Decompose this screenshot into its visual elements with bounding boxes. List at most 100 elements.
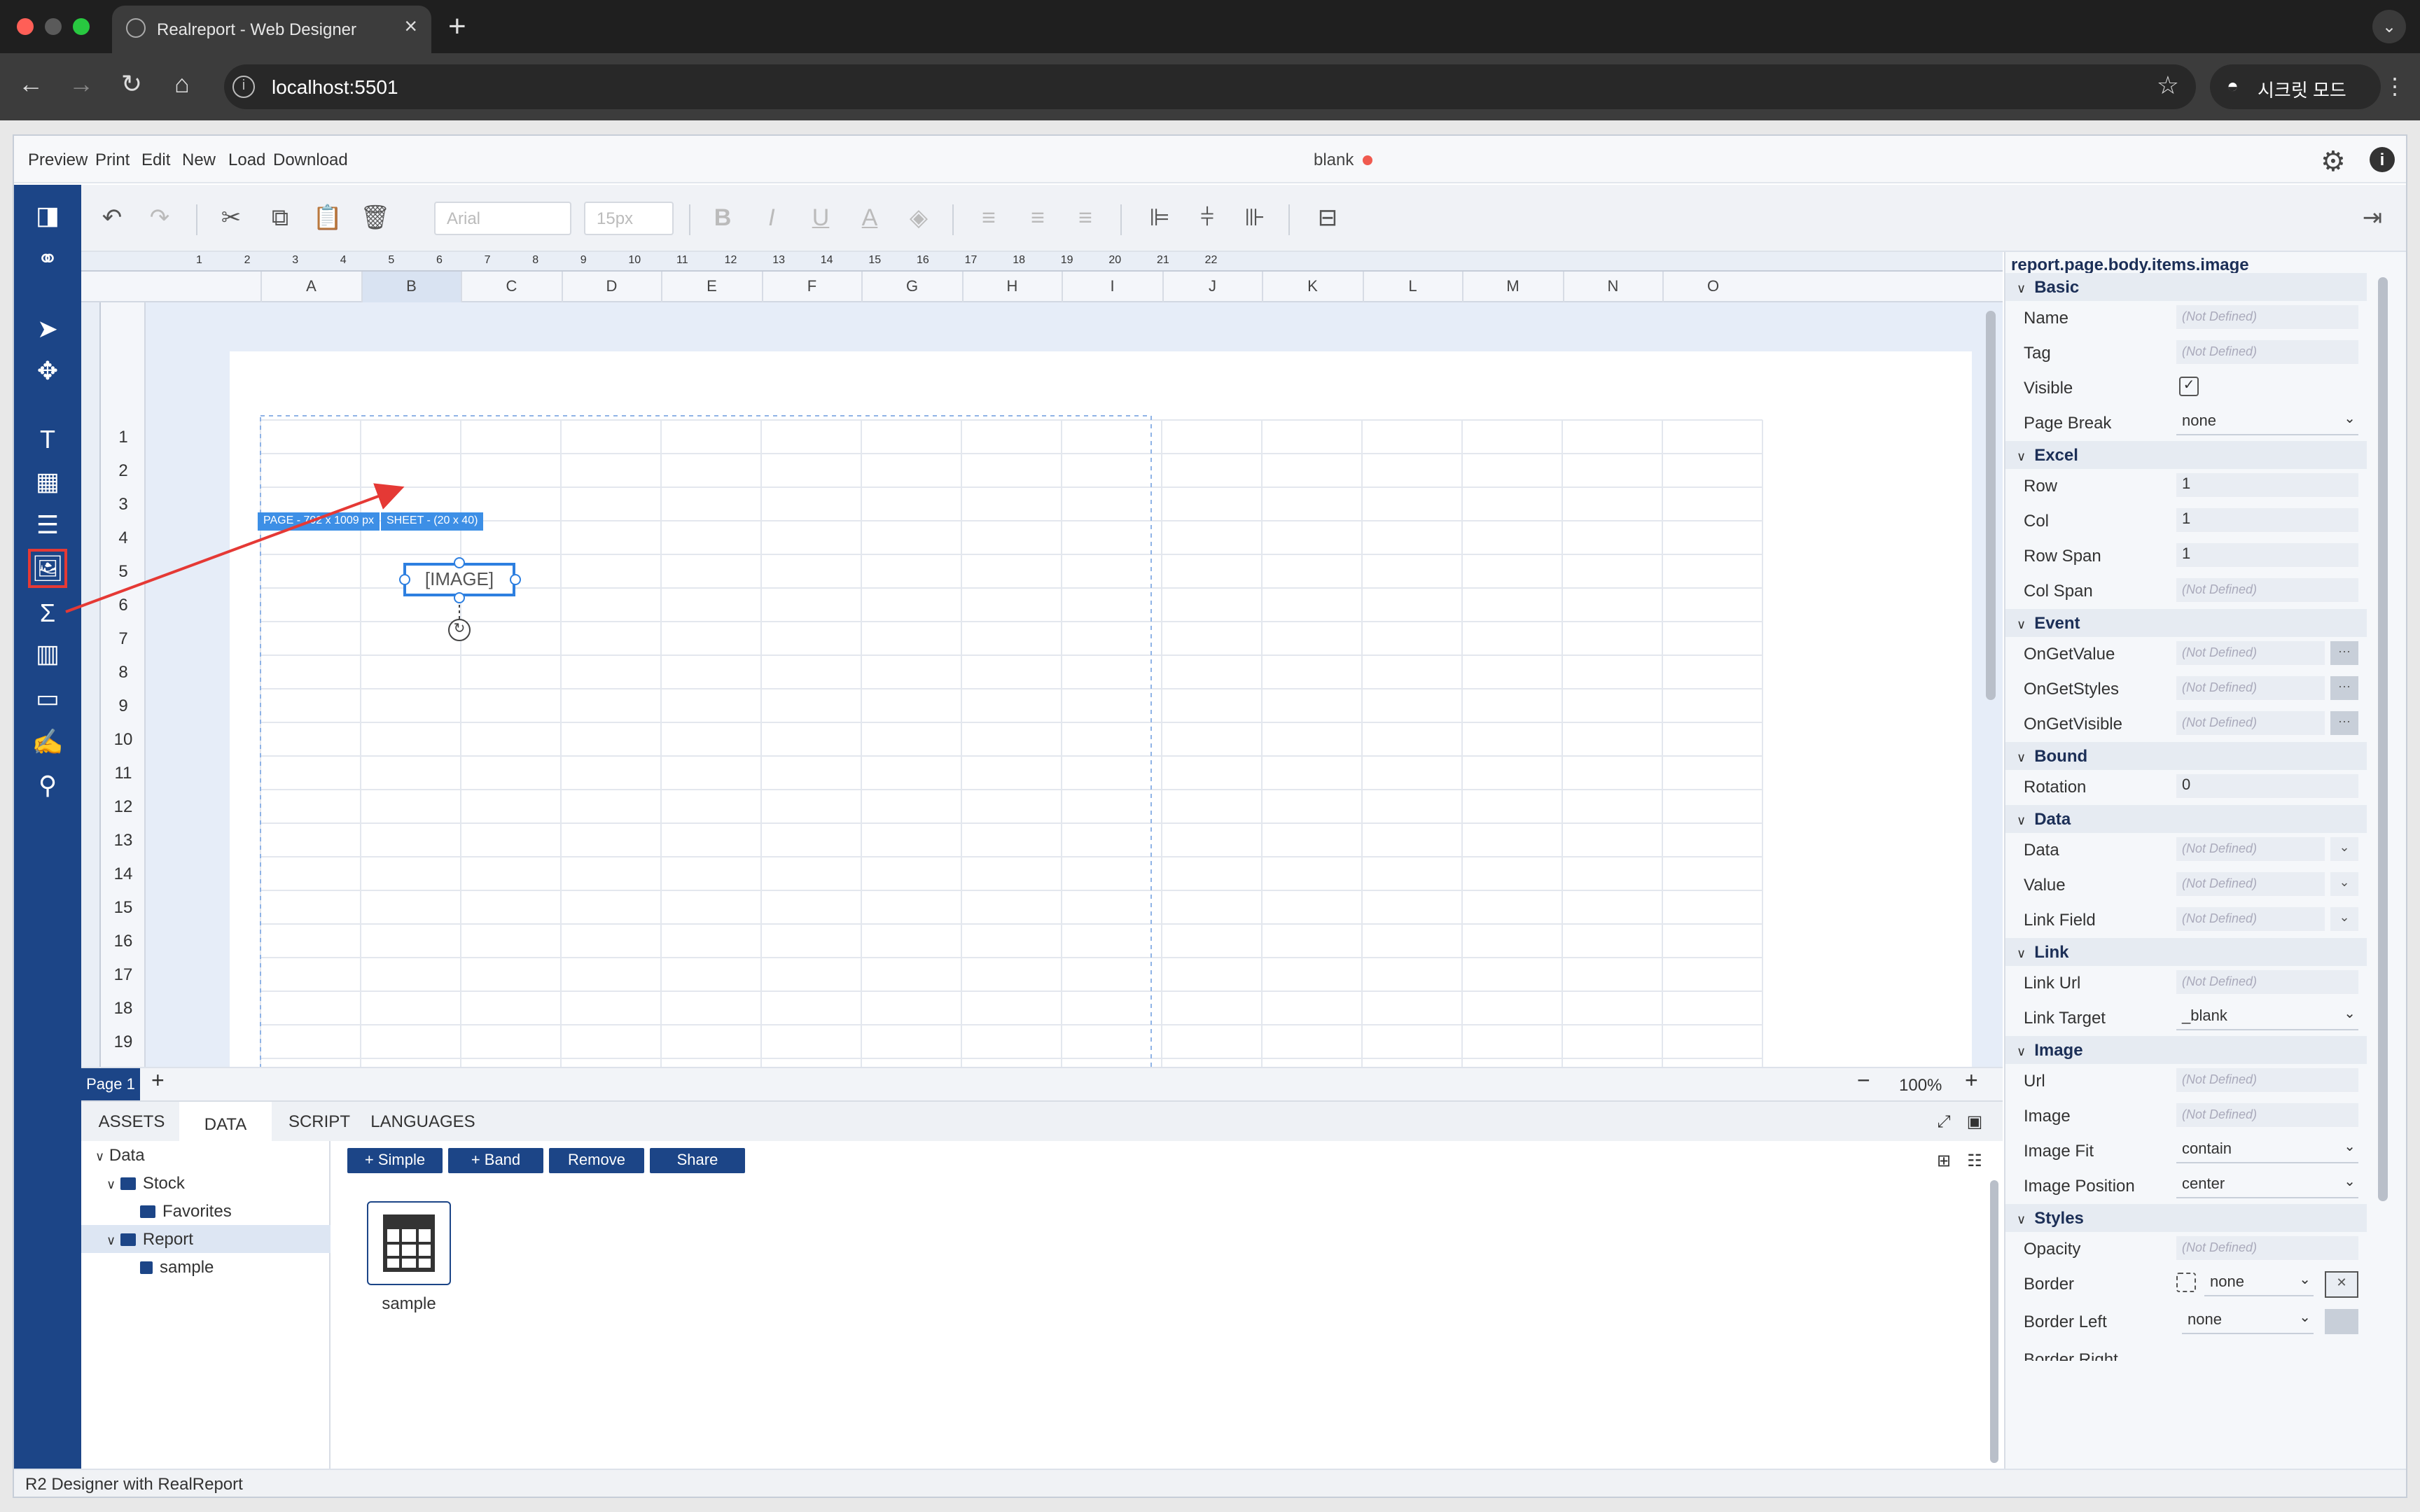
browser-menu-icon[interactable]: ⋮ bbox=[2384, 73, 2406, 101]
tag-input[interactable]: (Not Defined) bbox=[2176, 340, 2358, 364]
cut-icon[interactable]: ✂ bbox=[214, 204, 248, 232]
section-event[interactable]: ∨ Event bbox=[2005, 609, 2367, 637]
border-color-swatch[interactable]: ✕ bbox=[2325, 1271, 2358, 1298]
ellipsis-icon[interactable]: ··· bbox=[2330, 641, 2358, 665]
underline-icon[interactable]: U bbox=[804, 204, 837, 232]
tab-assets[interactable]: ASSETS bbox=[87, 1102, 176, 1141]
tab-search-chevron-icon[interactable]: ⌄ bbox=[2372, 10, 2406, 43]
share-button[interactable]: Share bbox=[650, 1148, 745, 1173]
tree-node-data[interactable]: ∨ Data bbox=[81, 1141, 331, 1169]
incognito-badge[interactable]: ◓ 시크릿 모드 bbox=[2210, 64, 2381, 109]
tree-node-sample[interactable]: sample bbox=[81, 1253, 331, 1281]
font-color-icon[interactable]: A bbox=[853, 204, 886, 232]
expand-icon[interactable]: ⤢ bbox=[1930, 1102, 1958, 1141]
on-get-visible-input[interactable]: (Not Defined) bbox=[2176, 711, 2325, 735]
tab-languages[interactable]: LANGUAGES bbox=[367, 1102, 479, 1141]
link-field-select[interactable]: (Not Defined) bbox=[2176, 907, 2325, 931]
align-items-center-icon[interactable]: ⫩ bbox=[1190, 204, 1224, 232]
field-icon[interactable]: ▭ bbox=[31, 682, 64, 715]
tab-script[interactable]: SCRIPT bbox=[277, 1102, 361, 1141]
zoom-in-button[interactable]: + bbox=[1965, 1070, 1978, 1095]
border-left-select[interactable]: none ⌄ bbox=[2182, 1308, 2314, 1334]
design-canvas[interactable]: 1 2 3 4 5 6 7 8 9 10 11 12 13 14 15 16 17 18 19 20 21 22 ABCD… bbox=[81, 252, 2003, 1067]
gear-icon[interactable]: ⚙ bbox=[2321, 144, 2346, 179]
menu-download[interactable]: Download bbox=[273, 150, 348, 169]
tree-node-favorites[interactable]: Favorites bbox=[81, 1197, 331, 1225]
home-icon[interactable]: ⌂ bbox=[165, 70, 199, 99]
site-info-icon[interactable]: i bbox=[232, 76, 255, 98]
row-input[interactable]: 1 bbox=[2176, 473, 2358, 497]
select-pointer-icon[interactable]: ➤ bbox=[31, 312, 64, 346]
chevron-down-icon[interactable]: ⌄ bbox=[2330, 872, 2358, 896]
menu-load[interactable]: Load bbox=[228, 150, 265, 169]
data-select[interactable]: (Not Defined) bbox=[2176, 837, 2325, 861]
dataset-card[interactable] bbox=[367, 1201, 451, 1285]
section-excel[interactable]: ∨ Excel bbox=[2005, 441, 2367, 469]
bottom-scrollbar[interactable] bbox=[1990, 1180, 1998, 1463]
paste-icon[interactable]: 📋 bbox=[311, 204, 345, 232]
bold-icon[interactable]: B bbox=[706, 204, 739, 232]
col-input[interactable]: 1 bbox=[2176, 508, 2358, 532]
forward-arrow-icon[interactable]: → bbox=[64, 70, 98, 99]
add-page-button[interactable]: + bbox=[151, 1070, 165, 1095]
link-target-select[interactable]: _blank ⌄ bbox=[2176, 1004, 2358, 1030]
on-get-styles-input[interactable]: (Not Defined) bbox=[2176, 676, 2325, 700]
align-right-icon[interactable]: ≡ bbox=[1069, 204, 1102, 232]
value-select[interactable]: (Not Defined) bbox=[2176, 872, 2325, 896]
image-position-select[interactable]: center ⌄ bbox=[2176, 1172, 2358, 1198]
section-bound[interactable]: ∨ Bound bbox=[2005, 742, 2367, 770]
menu-print[interactable]: Print bbox=[95, 150, 130, 169]
delete-icon[interactable]: 🗑 bbox=[359, 204, 392, 232]
browser-tab[interactable]: Realreport - Web Designer × bbox=[112, 6, 431, 53]
section-styles[interactable]: ∨ Styles bbox=[2005, 1204, 2367, 1232]
section-image[interactable]: ∨ Image bbox=[2005, 1036, 2367, 1064]
row-span-input[interactable]: 1 bbox=[2176, 543, 2358, 567]
back-arrow-icon[interactable]: ← bbox=[14, 70, 48, 99]
image-icon[interactable]: 🖼 bbox=[28, 549, 67, 588]
align-center-icon[interactable]: ≡ bbox=[1021, 204, 1055, 232]
table-icon[interactable]: ▦ bbox=[31, 465, 64, 498]
image-fit-select[interactable]: contain ⌄ bbox=[2176, 1137, 2358, 1163]
menu-edit[interactable]: Edit bbox=[141, 150, 170, 169]
stamp-icon[interactable]: ⚲ bbox=[31, 769, 64, 802]
band-icon[interactable]: ☰ bbox=[31, 508, 64, 542]
image-input[interactable]: (Not Defined) bbox=[2176, 1103, 2358, 1127]
barcode-icon[interactable]: ▥ bbox=[31, 637, 64, 671]
tree-node-report[interactable]: ∨ Report bbox=[81, 1225, 331, 1253]
name-input[interactable]: (Not Defined) bbox=[2176, 305, 2358, 329]
minimize-window-button[interactable] bbox=[45, 18, 62, 35]
hierarchy-icon[interactable]: ⚭ bbox=[31, 242, 64, 276]
new-tab-button[interactable]: + bbox=[448, 8, 466, 45]
close-window-button[interactable] bbox=[17, 18, 34, 35]
reload-icon[interactable]: ↻ bbox=[115, 70, 148, 99]
tree-node-stock[interactable]: ∨ Stock bbox=[81, 1169, 331, 1197]
fit-width-icon[interactable]: ⊟ bbox=[1311, 204, 1344, 232]
font-family-select[interactable]: Arial bbox=[434, 202, 571, 235]
page-break-select[interactable]: none ⌄ bbox=[2176, 409, 2358, 435]
grid-view-icon[interactable]: ⊞ bbox=[1930, 1141, 1958, 1180]
tab-data[interactable]: DATA bbox=[179, 1102, 272, 1141]
close-tab-icon[interactable]: × bbox=[404, 15, 417, 41]
undo-icon[interactable]: ↶ bbox=[95, 204, 129, 232]
list-view-icon[interactable]: ☷ bbox=[1961, 1141, 1989, 1180]
ellipsis-icon[interactable]: ··· bbox=[2330, 676, 2358, 700]
text-icon[interactable]: T bbox=[31, 423, 64, 456]
menu-preview[interactable]: Preview bbox=[28, 150, 88, 169]
tab-page-1[interactable]: Page 1 bbox=[81, 1068, 140, 1102]
rotate-handle-icon[interactable]: ↻ bbox=[448, 619, 471, 641]
on-get-value-input[interactable]: (Not Defined) bbox=[2176, 641, 2325, 665]
fill-color-icon[interactable]: ◈ bbox=[902, 204, 936, 232]
redo-icon[interactable]: ↷ bbox=[143, 204, 176, 232]
resize-handle-left[interactable] bbox=[399, 574, 410, 585]
italic-icon[interactable]: I bbox=[755, 204, 788, 232]
copy-icon[interactable]: ⧉ bbox=[263, 204, 297, 232]
panel-options-icon[interactable]: ▣ bbox=[1961, 1102, 1989, 1141]
zoom-out-button[interactable]: − bbox=[1857, 1070, 1870, 1095]
add-band-button[interactable]: + Band bbox=[448, 1148, 543, 1173]
add-simple-button[interactable]: + Simple bbox=[347, 1148, 443, 1173]
align-left-icon[interactable]: ≡ bbox=[972, 204, 1006, 232]
toggle-sidebar-icon[interactable]: ◨ bbox=[31, 199, 64, 232]
border-left-color-swatch[interactable] bbox=[2325, 1309, 2358, 1334]
align-items-right-icon[interactable]: ⊪ bbox=[1238, 204, 1272, 232]
opacity-input[interactable]: (Not Defined) bbox=[2176, 1236, 2358, 1260]
